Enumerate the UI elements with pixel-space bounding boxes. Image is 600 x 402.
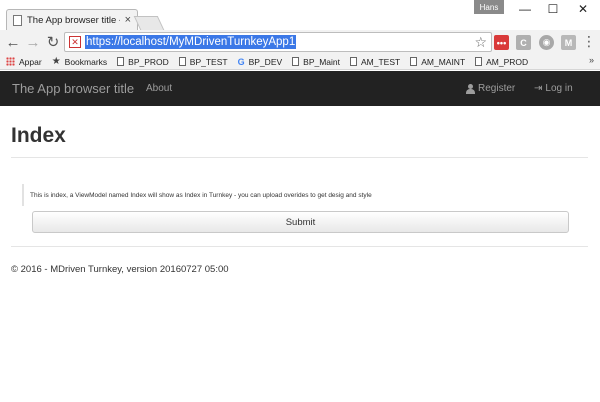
google-icon: G [237,56,245,67]
bookmark-item[interactable]: AM_TEST [350,57,400,67]
bookmark-item[interactable]: G BP_DEV [238,57,283,67]
address-url[interactable]: https://localhost/MyMDrivenTurnkeyApp1 [85,35,297,49]
bookmarks-bar: Appar ★ Bookmarks BP_PROD BP_TEST G BP_D… [0,54,600,70]
site-navbar: The App browser title About Register ⇥ L… [0,71,600,106]
reload-icon[interactable]: ↻ [44,32,62,52]
insecure-lock-icon[interactable]: ✕ [69,36,81,48]
bookmark-label: AM_PROD [486,56,529,67]
address-bar[interactable]: ✕ https://localhost/MyMDrivenTurnkeyApp1… [64,32,492,52]
bookmark-star-icon[interactable]: ☆ [474,34,487,51]
bookmark-item[interactable]: BP_TEST [178,56,228,67]
page-icon [13,14,22,26]
page-icon [292,57,300,66]
bookmark-label: BP_DEV [248,56,283,67]
user-icon [466,83,475,94]
nav-about-link[interactable]: About [146,83,172,94]
extension-circle-icon[interactable]: ◉ [539,35,554,50]
close-tab-icon[interactable]: × [125,14,131,26]
page-title: Index [11,124,66,147]
bookmark-label: BP_Maint [303,56,341,67]
bookmark-item[interactable]: BP_Maint [292,57,340,67]
apps-grid-icon [6,57,15,66]
bookmark-label: AM_TEST [361,56,401,67]
more-bookmarks-icon[interactable]: » [589,55,594,65]
bookmark-label: BP_PROD [128,56,169,67]
browser-toolbar: ← → ↻ ✕ https://localhost/MyMDrivenTurnk… [0,30,600,54]
profile-badge[interactable]: Hans [474,0,504,14]
bookmark-label: AM_MAINT [421,56,466,67]
bookmark-item[interactable]: AM_PROD [475,57,528,67]
page-icon [350,57,358,66]
star-icon: ★ [51,56,61,67]
minimize-icon[interactable]: — [512,0,538,18]
close-window-icon[interactable]: ✕ [570,0,596,18]
log-in-icon: ⇥ [534,83,543,94]
brand-link[interactable]: The App browser title [12,81,134,96]
divider [11,246,588,247]
back-arrow-icon[interactable]: ← [4,32,22,52]
nav-register-label: Register [478,83,516,94]
nav-login-link[interactable]: ⇥ Log in [534,83,573,94]
nav-register-link[interactable]: Register [466,83,515,94]
forward-arrow-icon[interactable]: → [24,32,42,52]
extension-m-icon[interactable]: M [561,35,576,50]
nav-login-label: Log in [545,83,573,94]
tab-title: The App browser title - M [27,14,120,26]
bookmark-label: Appar [19,56,42,67]
bookmark-bookmarks[interactable]: ★ Bookmarks [52,56,107,67]
page-icon [117,57,125,66]
new-tab-button[interactable] [133,16,165,30]
browser-tab[interactable]: The App browser title - M × [6,9,138,30]
divider [11,157,588,158]
description-note: This is index, a ViewModel named Index w… [22,184,372,206]
bookmark-item[interactable]: AM_MAINT [410,57,465,67]
page-icon [475,57,483,66]
browser-chrome: The App browser title - M × Hans — ☐ ✕ ←… [0,0,600,70]
maximize-icon[interactable]: ☐ [540,0,566,18]
page-icon [410,57,418,66]
bookmark-item[interactable]: BP_PROD [117,57,169,67]
submit-button[interactable]: Submit [32,211,569,233]
bookmark-label: Bookmarks [64,56,108,67]
extension-c-icon[interactable]: C [516,35,531,50]
footer-text: © 2016 - MDriven Turnkey, version 201607… [11,264,229,275]
extension-lastpass-icon[interactable]: ••• [494,35,509,50]
bookmark-apps[interactable]: Appar [6,57,42,67]
description-text: This is index, a ViewModel named Index w… [30,191,372,199]
page-icon [178,57,186,66]
bookmark-label: BP_TEST [189,56,228,67]
browser-menu-icon[interactable]: ⋮ [582,33,596,50]
tab-strip: The App browser title - M × Hans — ☐ ✕ [0,0,600,30]
